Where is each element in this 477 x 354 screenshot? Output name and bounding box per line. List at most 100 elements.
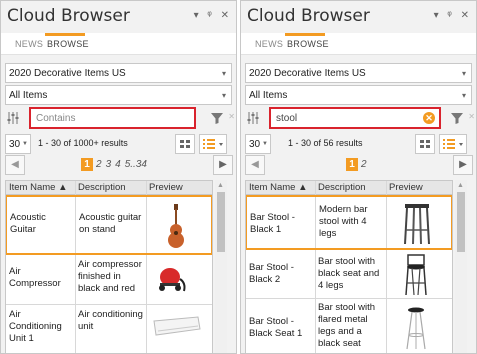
table-scrollbar[interactable]: ▲: [215, 180, 227, 353]
filter-sliders-icon[interactable]: [7, 111, 19, 125]
list-view-button[interactable]: [199, 134, 227, 154]
chevron-down-icon: ▼: [22, 141, 28, 147]
per-page-value: 30: [9, 139, 21, 150]
item-name: Air Conditioning Unit 1: [9, 309, 62, 344]
tab-news[interactable]: NEWS: [15, 39, 43, 49]
search-row: stool ✕ ✕: [241, 106, 476, 130]
column-header-preview[interactable]: Preview: [389, 182, 423, 193]
chevron-right-icon: ▶: [219, 159, 227, 170]
per-page-select[interactable]: 30 ▼: [245, 134, 271, 154]
clear-search-icon[interactable]: ✕: [423, 112, 435, 124]
pin-icon[interactable]: ᵠ: [447, 10, 454, 21]
column-header-description[interactable]: Description: [318, 182, 366, 193]
results-toolbar: 30 ▼ 1 - 30 of 1000+ results: [1, 132, 236, 156]
funnel-icon[interactable]: [210, 111, 224, 125]
page-current[interactable]: 1: [346, 158, 358, 171]
title-buttons: ▾ ᵠ ✕: [194, 10, 232, 21]
next-page-button[interactable]: ▶: [213, 155, 233, 175]
item-name: Bar Stool - Black Seat 1: [249, 316, 303, 339]
item-description: Acoustic guitar on stand: [79, 212, 142, 235]
search-input[interactable]: stool ✕: [269, 107, 441, 129]
clear-filter-icon[interactable]: ✕: [468, 112, 475, 121]
per-page-select[interactable]: 30 ▼: [5, 134, 31, 154]
tab-browse[interactable]: BROWSE: [47, 39, 89, 49]
item-name: Bar Stool - Black 1: [250, 212, 295, 235]
title-buttons: ▾ ᵠ ✕: [434, 10, 472, 21]
page-link[interactable]: 5..: [125, 159, 136, 170]
grid-view-button[interactable]: [175, 134, 195, 154]
item-name: Acoustic Guitar: [10, 212, 46, 235]
tab-bar: NEWS BROWSE: [1, 33, 236, 55]
category-value: All Items: [9, 90, 48, 101]
scroll-up-icon[interactable]: ▲: [217, 182, 224, 189]
chevron-down-icon: ▾: [461, 91, 466, 100]
table-row[interactable]: Bar Stool - Black Seat 1 Bar stool with …: [246, 299, 452, 353]
list-view-icon: [203, 139, 223, 149]
column-header-item-name[interactable]: Item Name ▲: [249, 182, 308, 193]
table-row[interactable]: Bar Stool - Black 1 Modern bar stool wit…: [246, 195, 452, 250]
results-count: 1 - 30 of 56 results: [288, 138, 363, 148]
scroll-thumb[interactable]: [217, 192, 225, 252]
dropdown-arrow-icon[interactable]: ▾: [194, 10, 202, 21]
scroll-up-icon[interactable]: ▲: [457, 182, 464, 189]
pagination: ◀ 1 2 3 4 5..34 ▶: [1, 154, 236, 176]
grid-view-icon: [180, 140, 190, 148]
prev-page-button[interactable]: ◀: [5, 155, 25, 175]
scroll-thumb[interactable]: [457, 192, 465, 252]
pin-icon[interactable]: ᵠ: [207, 10, 214, 21]
table-scrollbar[interactable]: ▲: [455, 180, 467, 353]
panel-title: Cloud Browser: [247, 6, 370, 26]
category-select[interactable]: All Items ▾: [245, 85, 472, 105]
item-description: Bar stool with flared metal legs and a b…: [318, 302, 376, 349]
page-link[interactable]: 2: [96, 159, 102, 170]
page-link[interactable]: 34: [136, 159, 147, 170]
catalog-select[interactable]: 2020 Decorative Items US ▾: [245, 63, 472, 83]
item-name: Bar Stool - Black 2: [249, 262, 294, 285]
table-header: Item Name ▲ Description Preview: [246, 181, 452, 195]
results-table: Item Name ▲ Description Preview Acoustic…: [5, 180, 213, 353]
item-description: Air compressor finished in black and red: [78, 259, 142, 294]
page-current[interactable]: 1: [81, 158, 93, 171]
bar-stool-icon: [405, 254, 427, 296]
catalog-value: 2020 Decorative Items US: [9, 68, 126, 79]
tab-bar: NEWS BROWSE: [241, 33, 476, 55]
filter-sliders-icon[interactable]: [247, 111, 259, 125]
results-count: 1 - 30 of 1000+ results: [38, 138, 128, 148]
active-tab-indicator: [45, 33, 85, 36]
table-row[interactable]: Bar Stool - Black 2 Bar stool with black…: [246, 250, 452, 299]
column-header-description[interactable]: Description: [78, 182, 126, 193]
close-icon[interactable]: ✕: [221, 10, 232, 21]
table-row[interactable]: Acoustic Guitar Acoustic guitar on stand: [6, 195, 212, 255]
page-link[interactable]: 2: [361, 159, 367, 170]
page-numbers: 12: [346, 158, 371, 171]
tab-browse[interactable]: BROWSE: [287, 39, 329, 49]
funnel-icon[interactable]: [450, 111, 464, 125]
prev-page-button[interactable]: ◀: [245, 155, 265, 175]
page-link[interactable]: 4: [115, 159, 121, 170]
chevron-down-icon: ▼: [262, 141, 268, 147]
active-tab-indicator: [285, 33, 325, 36]
list-view-button[interactable]: [439, 134, 467, 154]
clear-filter-icon[interactable]: ✕: [228, 112, 235, 121]
catalog-select[interactable]: 2020 Decorative Items US ▾: [5, 63, 232, 83]
guitar-icon: [168, 204, 184, 248]
table-row[interactable]: Air Conditioning Unit 1 Air conditioning…: [6, 305, 212, 353]
chevron-left-icon: ◀: [251, 159, 259, 170]
search-input[interactable]: Contains: [29, 107, 196, 129]
chevron-down-icon: ▾: [221, 91, 226, 100]
tab-news[interactable]: NEWS: [255, 39, 283, 49]
close-icon[interactable]: ✕: [461, 10, 472, 21]
column-header-item-name[interactable]: Item Name ▲: [9, 182, 68, 193]
grid-view-button[interactable]: [415, 134, 435, 154]
category-select[interactable]: All Items ▾: [5, 85, 232, 105]
catalog-value: 2020 Decorative Items US: [249, 68, 366, 79]
search-value: stool: [276, 113, 298, 124]
dropdown-arrow-icon[interactable]: ▾: [434, 10, 442, 21]
chevron-down-icon: ▾: [221, 69, 226, 78]
page-link[interactable]: 3: [106, 159, 112, 170]
column-header-preview[interactable]: Preview: [149, 182, 183, 193]
item-description: Air conditioning unit: [78, 309, 143, 332]
table-row[interactable]: Air Compressor Air compressor finished i…: [6, 255, 212, 305]
cloud-browser-panel-right: Cloud Browser ▾ ᵠ ✕ NEWS BROWSE 2020 Dec…: [240, 0, 477, 354]
next-page-button[interactable]: ▶: [453, 155, 473, 175]
